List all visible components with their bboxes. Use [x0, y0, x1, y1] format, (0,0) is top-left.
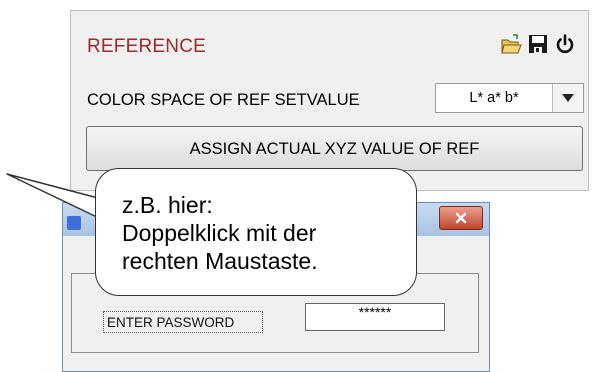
app-icon	[67, 216, 81, 230]
reference-title: REFERENCE	[87, 36, 206, 57]
password-label: ENTER PASSWORD	[103, 311, 263, 333]
open-folder-icon[interactable]	[500, 33, 522, 55]
power-icon[interactable]	[554, 33, 576, 55]
assign-xyz-button[interactable]: ASSIGN ACTUAL XYZ VALUE OF REF	[86, 126, 583, 171]
password-input[interactable]: ******	[305, 303, 445, 331]
close-button[interactable]	[439, 206, 483, 230]
callout-line-1: z.B. hier:	[122, 192, 213, 218]
callout-line-2: Doppelklick mit der	[122, 220, 317, 246]
callout-line-3: rechten Maustaste.	[122, 248, 318, 274]
save-icon[interactable]	[527, 33, 549, 55]
color-space-select[interactable]: L* a* b*	[435, 83, 584, 113]
close-icon	[455, 212, 467, 224]
callout-seam	[96, 199, 100, 217]
color-space-label: COLOR SPACE OF REF SETVALUE	[87, 91, 360, 109]
color-space-value: L* a* b*	[436, 84, 553, 112]
reference-panel: REFERENCE COLOR SPACE OF REF SETVALUE L*…	[70, 10, 589, 191]
reference-toolbar	[500, 33, 576, 55]
callout-bubble: z.B. hier: Doppelklick mit der rechten M…	[95, 168, 417, 296]
chevron-down-icon[interactable]	[553, 84, 583, 112]
